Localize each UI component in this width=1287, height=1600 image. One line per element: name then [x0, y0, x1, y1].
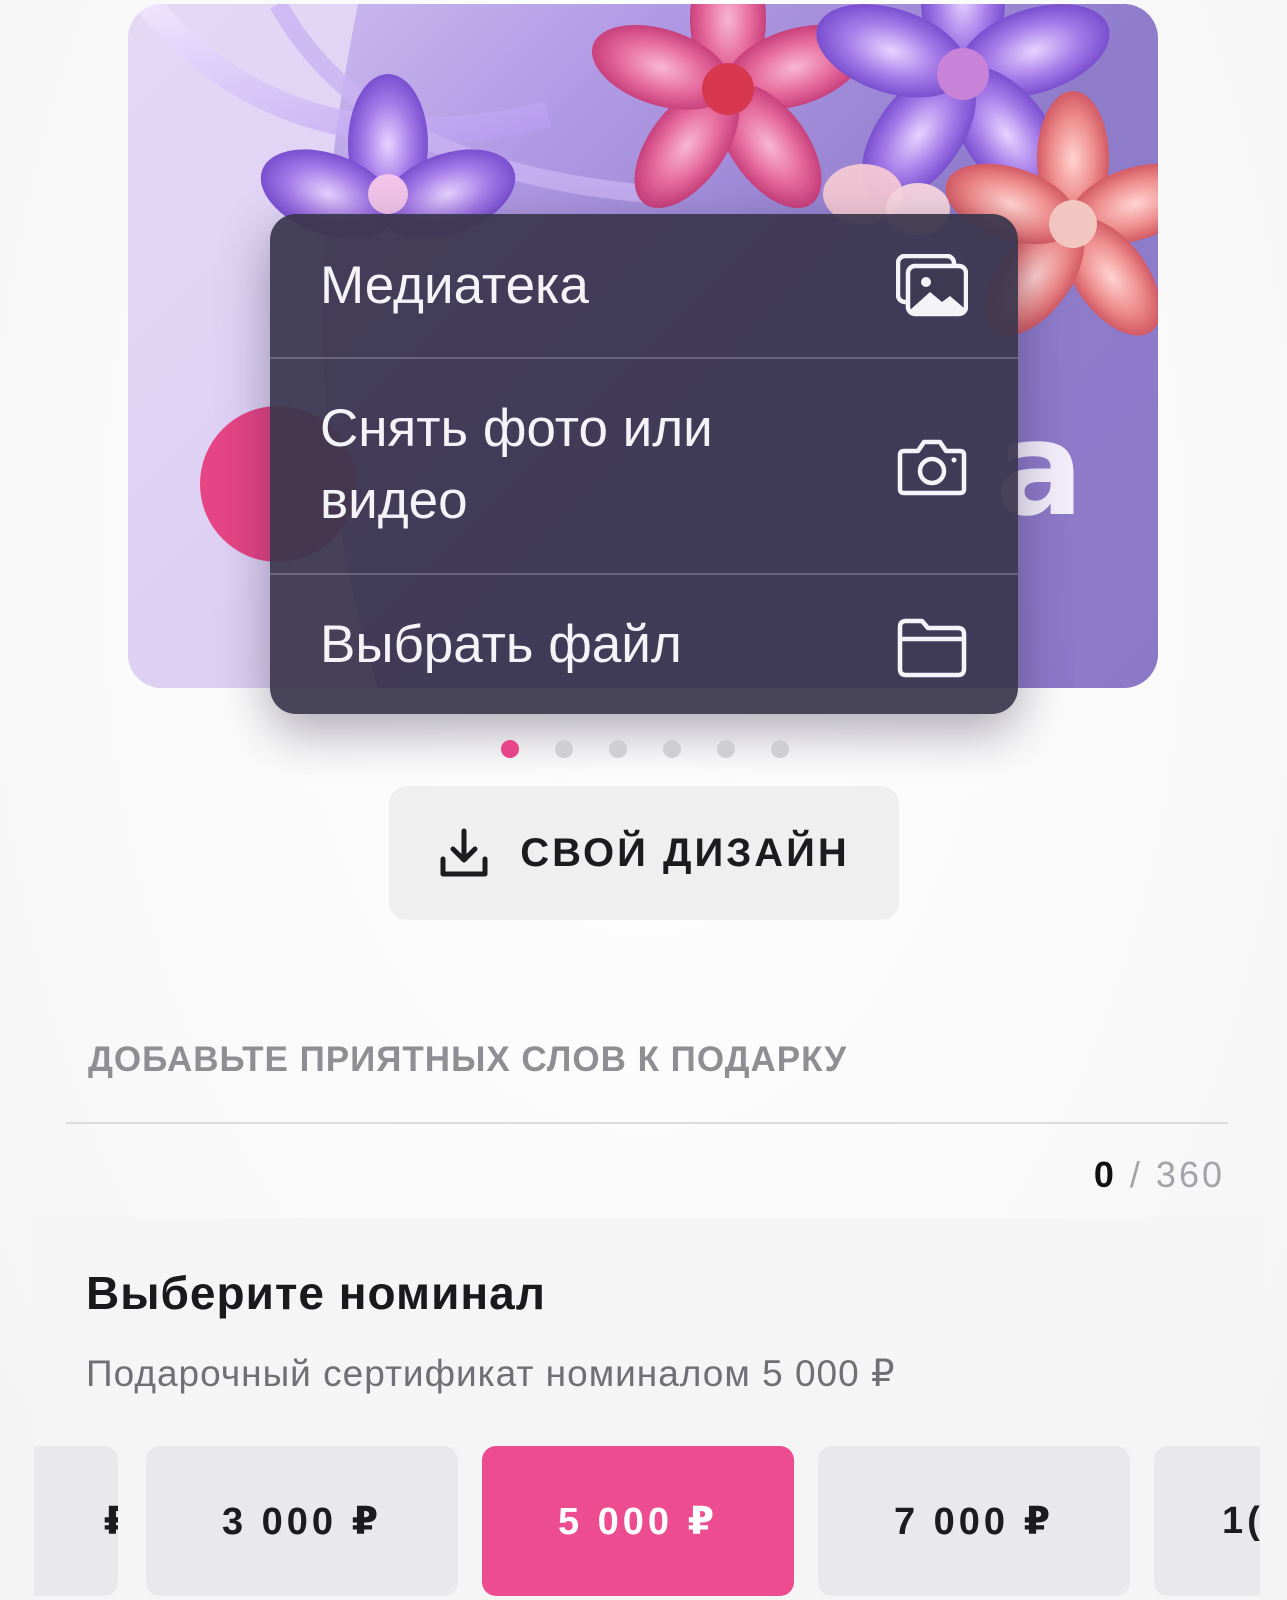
own-design-button[interactable]: СВОЙ ДИЗАЙН [389, 786, 899, 920]
character-count-max: 360 [1155, 1154, 1225, 1195]
gift-card-page: а Медиатека Снять фото или видео Выбрать [0, 0, 1287, 1600]
amount-option-label: ₽ [104, 1499, 118, 1544]
menu-item-media-library[interactable]: Медиатека [270, 214, 1018, 357]
download-icon [440, 828, 488, 877]
amount-option-label: 1( [1222, 1499, 1260, 1542]
menu-item-take-photo-video[interactable]: Снять фото или видео [270, 359, 1018, 573]
carousel-dot[interactable] [771, 740, 789, 758]
amount-option-label: 3 000 ₽ [221, 1500, 383, 1543]
own-design-label: СВОЙ ДИЗАЙН [520, 830, 850, 875]
character-counter: 0 / 360 [1094, 1154, 1225, 1196]
amount-option-partial-right[interactable]: 1( [1154, 1446, 1260, 1596]
attachment-context-menu: Медиатека Снять фото или видео Выбрать ф… [270, 214, 1018, 714]
carousel-dot[interactable] [555, 740, 573, 758]
amount-option-label: 7 000 ₽ [893, 1500, 1055, 1543]
amount-option-7000[interactable]: 7 000 ₽ [818, 1446, 1130, 1596]
character-count-separator: / [1129, 1154, 1143, 1195]
camera-icon [897, 439, 967, 496]
nominal-section: Выберите номинал Подарочный сертификат н… [34, 1218, 1260, 1600]
photo-library-icon [896, 254, 968, 317]
input-underline [66, 1122, 1228, 1124]
menu-item-label: Снять фото или видео [320, 399, 713, 530]
carousel-dot[interactable] [663, 740, 681, 758]
amount-option-3000[interactable]: 3 000 ₽ [146, 1446, 458, 1596]
menu-item-label: Выбрать файл [320, 615, 682, 674]
folder-icon [897, 618, 967, 678]
carousel-pagination [501, 740, 789, 758]
carousel-dot-active[interactable] [501, 740, 519, 758]
carousel-dot[interactable] [609, 740, 627, 758]
nominal-subtitle: Подарочный сертификат номиналом 5 000 ₽ [86, 1353, 896, 1394]
amount-option-partial-left[interactable]: ₽ [34, 1446, 118, 1596]
character-count-current: 0 [1093, 1154, 1117, 1195]
carousel-dot[interactable] [717, 740, 735, 758]
nominal-title: Выберите номинал [86, 1267, 546, 1319]
amount-option-label: 5 000 ₽ [557, 1500, 719, 1543]
amount-option-5000-selected[interactable]: 5 000 ₽ [482, 1446, 794, 1596]
menu-item-label: Медиатека [320, 256, 589, 315]
menu-item-choose-file[interactable]: Выбрать файл [270, 575, 1018, 714]
gift-message-input[interactable]: ДОБАВЬТЕ ПРИЯТНЫХ СЛОВ К ПОДАРКУ [88, 1040, 847, 1080]
